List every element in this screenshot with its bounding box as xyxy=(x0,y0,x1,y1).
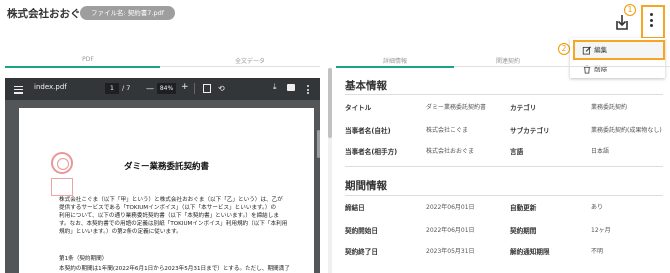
details-scroll-thumb[interactable] xyxy=(328,68,332,138)
field-label-end-date: 契約終了日 xyxy=(345,248,378,256)
field-value-auto-renew: あり xyxy=(591,204,604,211)
menu-icon[interactable] xyxy=(14,86,23,96)
document-line: 提供するサービスである「TOKIUMインボイス」（以下「本サービス」といいます。… xyxy=(59,205,277,211)
seal-stamp-square xyxy=(51,178,73,196)
document-line: 規約」といいます。）の第2条の定義に従います。 xyxy=(59,229,182,235)
document-section-heading: 第1条（契約期間） xyxy=(59,256,108,262)
menu-item-delete[interactable]: 削除 xyxy=(573,61,607,77)
zoom-level[interactable]: 84% xyxy=(157,83,176,94)
page-total: / 7 xyxy=(122,84,131,92)
field-label-start-date: 契約開始日 xyxy=(345,227,378,235)
field-value-title: ダミー業務委託契約書 xyxy=(426,104,487,111)
section-title-period: 期間情報 xyxy=(345,180,387,192)
pencil-icon xyxy=(582,46,591,55)
field-value-language: 日本語 xyxy=(591,148,610,155)
field-value-end-date: 2023年05月31日 xyxy=(426,248,475,255)
file-name-badge: ファイル名: 契約書7.pdf xyxy=(80,6,175,20)
section-divider xyxy=(345,166,663,167)
step-badge-1: 1 xyxy=(624,4,636,16)
toolbar-divider xyxy=(194,83,195,94)
tab-pdf[interactable]: PDF xyxy=(78,56,98,63)
field-label-cancel-notice: 解約通知期限 xyxy=(510,248,550,256)
pdf-download-icon[interactable]: ⤓ xyxy=(273,82,277,92)
field-value-party-self: 株式会社こぐま xyxy=(426,127,469,134)
page-number-input[interactable]: 1 xyxy=(105,83,119,94)
document-line: 株式会社こぐま（以下「甲」という）と株式会社おおぐま（以下「乙」という）は、乙が xyxy=(59,197,283,203)
field-label-auto-renew: 自動更新 xyxy=(510,204,537,212)
print-icon[interactable] xyxy=(287,84,295,91)
field-value-signed-date: 2022年06月01日 xyxy=(426,204,475,211)
tab-details[interactable]: 詳細情報 xyxy=(375,56,415,65)
details-scrollbar[interactable] xyxy=(328,68,332,273)
field-label-party-self: 当事者名(自社) xyxy=(345,127,391,135)
section-title-basic: 基本情報 xyxy=(345,80,387,92)
tab-related-contracts[interactable]: 関連契約 xyxy=(488,56,528,65)
pdf-toolbar: index.pdf 1 / 7 — 84% + ⟲ ⤓ xyxy=(5,78,320,100)
field-value-term: 12ヶ月 xyxy=(591,227,611,234)
field-value-party-other: 株式会社おおぐま xyxy=(426,148,475,155)
rotate-icon[interactable]: ⟲ xyxy=(218,83,225,94)
field-label-signed-date: 締結日 xyxy=(345,204,365,212)
tab-fulltext[interactable]: 全文データ xyxy=(230,56,270,65)
pdf-scrollbar[interactable] xyxy=(317,130,320,158)
field-value-start-date: 2022年06月01日 xyxy=(426,227,475,234)
more-menu-highlight xyxy=(641,5,665,39)
company-name: 株式会社おおぐま xyxy=(7,8,91,20)
field-label-party-other: 当事者名(相手方) xyxy=(345,148,398,156)
pdf-filename: index.pdf xyxy=(34,83,67,91)
step-badge-2: 2 xyxy=(558,43,570,55)
tab-active-indicator-right xyxy=(336,66,454,68)
document-section-text: 本契約の期間は1年間(2022年6月1日から2023年5月31日まで）とする。た… xyxy=(59,266,290,272)
zoom-out-button[interactable]: — xyxy=(146,83,154,94)
document-line: 利用について、以下の通り業務委託契約書（以下「本契約書」といいます。）を締結しま xyxy=(59,213,279,219)
pdf-more-icon[interactable] xyxy=(307,85,309,96)
document-line: す。なお、本契約書での用語の定義は別紙「TOKIUMインボイス」利用規約（以下「… xyxy=(59,221,288,227)
field-label-term: 契約期間 xyxy=(510,227,537,235)
field-label-category: カテゴリ xyxy=(510,104,537,112)
more-options-menu: 編集 削除 xyxy=(570,38,665,78)
more-options-icon[interactable] xyxy=(650,13,653,30)
fit-page-icon[interactable] xyxy=(203,84,211,93)
zoom-in-button[interactable]: + xyxy=(181,82,189,93)
field-value-subcategory: 業務委託契約(成果物なし) xyxy=(591,127,662,134)
field-label-subcategory: サブカテゴリ xyxy=(510,127,550,135)
tab-active-indicator-left xyxy=(5,66,160,68)
pdf-viewer[interactable]: index.pdf 1 / 7 — 84% + ⟲ ⤓ ダミー業務委託契約書 株… xyxy=(5,78,320,273)
section-divider xyxy=(345,94,663,95)
section-divider xyxy=(345,195,663,196)
menu-item-edit-label: 編集 xyxy=(594,46,608,54)
field-label-title: タイトル xyxy=(345,104,372,112)
document-paragraph: 株式会社こぐま（以下「甲」という）と株式会社おおぐま（以下「乙」という）は、乙が… xyxy=(59,196,309,236)
document-title: ダミー業務委託契約書 xyxy=(123,162,209,172)
contract-detail-page: 株式会社おおぐま ファイル名: 契約書7.pdf 1 2 編集 削除 PDF 全… xyxy=(0,0,670,273)
field-label-language: 言語 xyxy=(510,148,524,156)
menu-item-edit[interactable]: 編集 xyxy=(573,40,665,60)
pdf-page: ダミー業務委託契約書 株式会社こぐま（以下「甲」という）と株式会社おおぐま（以下… xyxy=(19,108,314,273)
field-value-cancel-notice: 不明 xyxy=(591,248,604,255)
field-value-category: 業務委託契約 xyxy=(591,104,628,111)
